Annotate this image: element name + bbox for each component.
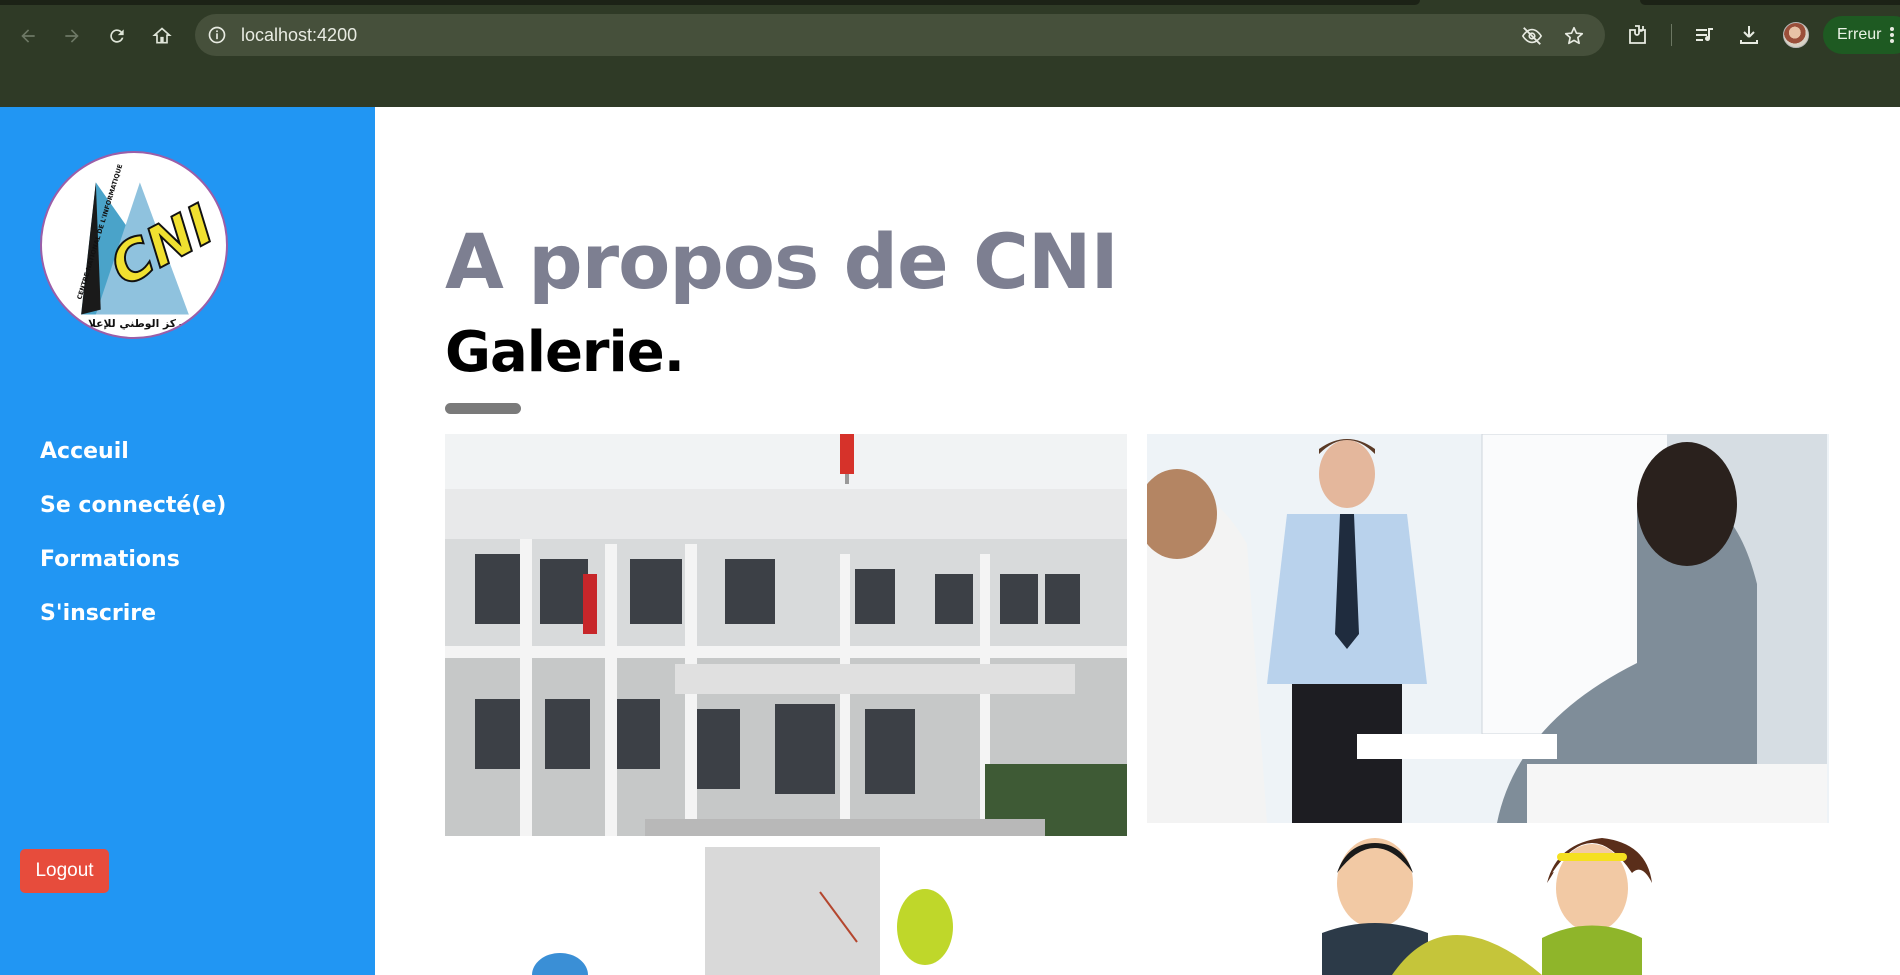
balloons-photo — [445, 847, 1127, 975]
forward-icon[interactable] — [57, 21, 87, 51]
extensions-icon[interactable] — [1626, 23, 1650, 47]
main-content: A propos de CNI Galerie. — [375, 107, 1900, 975]
download-icon[interactable] — [1737, 23, 1761, 47]
nav-formations[interactable]: Formations — [40, 545, 226, 599]
section-title: Galerie. — [445, 320, 685, 385]
cni-logo[interactable]: CNI المركز الوطني للإعلامية CENTRE NATIO… — [40, 151, 228, 339]
eye-off-icon[interactable] — [1521, 25, 1543, 47]
toolbar-separator — [1671, 24, 1672, 46]
logo-arabic-text: المركز الوطني للإعلامية — [70, 317, 197, 330]
star-icon[interactable] — [1563, 25, 1585, 47]
nav-acceuil[interactable]: Acceuil — [40, 437, 226, 491]
nav-se-connecte[interactable]: Se connecté(e) — [40, 491, 226, 545]
main-nav: Acceuil Se connecté(e) Formations S'insc… — [40, 437, 226, 653]
url-text: localhost:4200 — [241, 25, 358, 45]
site-info-icon[interactable] — [207, 25, 227, 45]
profile-status-label: Erreur — [1837, 26, 1882, 43]
media-icon[interactable] — [1693, 23, 1717, 47]
browser-frame: localhost:4200 Erreur — [0, 0, 1900, 107]
tab-strip — [0, 0, 1420, 5]
tab-strip-right — [1640, 0, 1900, 5]
reload-icon[interactable] — [102, 21, 132, 51]
sidebar: CNI المركز الوطني للإعلامية CENTRE NATIO… — [0, 107, 375, 975]
page-title: A propos de CNI — [445, 217, 1119, 306]
profile-status-chip[interactable]: Erreur — [1823, 16, 1900, 54]
home-icon[interactable] — [147, 21, 177, 51]
people-illustration — [1147, 833, 1829, 975]
address-bar[interactable]: localhost:4200 — [195, 14, 1605, 56]
back-icon[interactable] — [13, 21, 43, 51]
title-underline — [445, 403, 521, 414]
more-vert-icon[interactable] — [1889, 26, 1895, 44]
building-photo — [445, 434, 1127, 836]
nav-sinscrire[interactable]: S'inscrire — [40, 599, 226, 653]
avatar[interactable] — [1783, 22, 1809, 48]
browser-toolbar: localhost:4200 Erreur — [0, 10, 1900, 60]
meeting-photo — [1147, 434, 1829, 823]
logout-button[interactable]: Logout — [20, 849, 109, 893]
